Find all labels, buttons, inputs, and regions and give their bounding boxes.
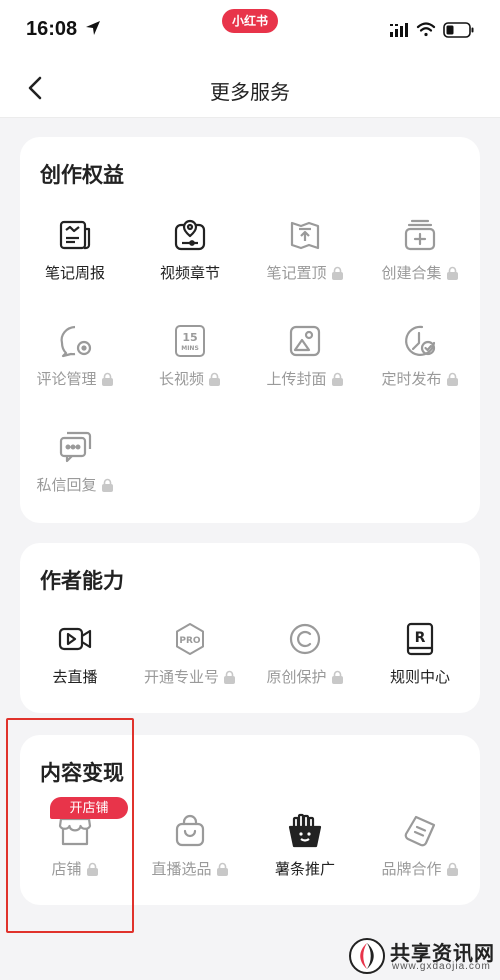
service-go-live[interactable]: 去直播 [20, 621, 130, 721]
service-scheduled-publish[interactable]: 定时发布 [365, 323, 475, 423]
service-brand-cooperation[interactable]: 品牌合作 [365, 813, 475, 913]
lock-icon [209, 372, 220, 386]
service-label: 笔记周报 [44, 265, 105, 282]
app-name-pill: 小红书 [222, 9, 278, 33]
service-label: 私信回复 [36, 477, 97, 494]
lock-icon [101, 372, 113, 386]
section-card-creation: 创作权益 笔记周报 视频章节 笔记置顶 创建合集 评论管理 15 MINS 长视… [20, 137, 480, 523]
svg-text:PRO: PRO [179, 636, 201, 646]
service-label: 规则中心 [389, 669, 450, 686]
svg-text:R: R [415, 630, 426, 646]
service-copyright[interactable]: 原创保护 [250, 621, 360, 721]
battery-icon [443, 22, 474, 38]
section-card-author: 作者能力 去直播 PRO 开通专业号 原创保护 R 规则中心 [20, 543, 480, 713]
watermark: 共享资讯网 www.gxdaojia.com [348, 935, 498, 977]
long-video-icon: 15 MINS [175, 325, 205, 357]
service-label: 笔记置顶 [266, 265, 327, 282]
message-reply-icon [59, 431, 92, 463]
service-label: 直播选品 [151, 861, 212, 878]
upload-cover-icon [289, 325, 321, 357]
lock-icon [216, 862, 228, 876]
annotation-highlight-box [6, 718, 134, 933]
service-video-chapter[interactable]: 视频章节 [135, 217, 245, 317]
service-label: 开通专业号 [143, 669, 219, 686]
service-pin-top[interactable]: 笔记置顶 [250, 217, 360, 317]
service-label: 薯条推广 [274, 861, 335, 878]
service-live-selection[interactable]: 直播选品 [135, 813, 245, 913]
fries-promotion-icon [288, 813, 322, 848]
shopping-bag-icon [175, 814, 205, 847]
service-label: 评论管理 [36, 371, 97, 388]
service-note-report[interactable]: 笔记周报 [20, 217, 130, 317]
service-label: 上传封面 [266, 371, 327, 388]
brand-cooperation-icon [404, 815, 436, 847]
comment-manage-icon [60, 325, 92, 358]
service-fries-promotion[interactable]: 薯条推广 [250, 813, 360, 913]
service-create-collection[interactable]: 创建合集 [365, 217, 475, 317]
service-pro-account[interactable]: PRO 开通专业号 [135, 621, 245, 721]
status-time: 16:08 [26, 18, 78, 40]
service-upload-cover[interactable]: 上传封面 [250, 323, 360, 423]
service-label: 长视频 [158, 371, 204, 388]
lock-icon [331, 266, 343, 280]
service-label: 品牌合作 [381, 861, 442, 878]
pin-top-icon [290, 221, 320, 250]
live-camera-icon [58, 627, 92, 651]
watermark-url: www.gxdaojia.com [392, 961, 491, 972]
lock-icon [446, 372, 458, 386]
status-bar: 16:08 小红书 [0, 0, 500, 58]
lock-icon [446, 862, 458, 876]
section-title: 创作权益 [40, 164, 124, 187]
service-label: 创建合集 [381, 265, 442, 282]
service-message-reply[interactable]: 私信回复 [20, 429, 130, 529]
watermark-logo-icon [349, 938, 385, 974]
service-label: 去直播 [52, 669, 98, 686]
page-title: 更多服务 [210, 82, 290, 104]
location-arrow-icon [86, 21, 100, 35]
svg-text:MINS: MINS [181, 345, 199, 352]
service-label: 视频章节 [159, 265, 220, 282]
service-rules-center[interactable]: R 规则中心 [365, 621, 475, 721]
lock-icon [331, 372, 343, 386]
lock-icon [101, 478, 113, 492]
lock-icon [331, 670, 343, 684]
svg-text:15: 15 [182, 331, 197, 344]
scheduled-publish-icon [405, 325, 436, 356]
section-title: 作者能力 [40, 570, 124, 593]
create-collection-icon [404, 219, 436, 251]
wifi-icon [416, 22, 436, 37]
status-icons [390, 22, 474, 38]
service-long-video[interactable]: 15 MINS 长视频 [135, 323, 245, 423]
note-report-icon [59, 220, 91, 250]
nav-bar: 更多服务 [0, 58, 500, 118]
lock-icon [446, 266, 458, 280]
rules-book-icon: R [406, 622, 434, 656]
copyright-icon [289, 623, 321, 655]
video-chapter-icon [174, 219, 206, 251]
service-comment-manage[interactable]: 评论管理 [20, 323, 130, 423]
signal-icon [390, 23, 408, 37]
pro-account-icon: PRO [176, 623, 204, 655]
lock-icon [224, 670, 235, 684]
service-label: 原创保护 [266, 669, 327, 686]
service-label: 定时发布 [381, 371, 442, 388]
